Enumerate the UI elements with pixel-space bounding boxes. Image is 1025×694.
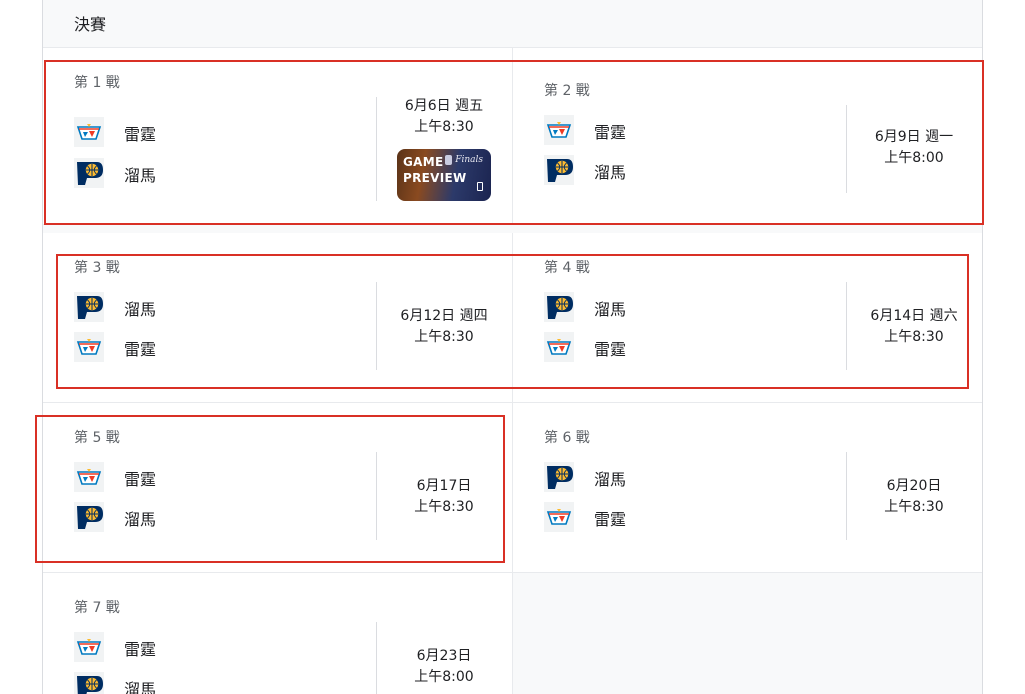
- finals-panel: 決賽 第 1 戰 雷霆 溜馬 6月6日 週五 上午8:30 GAME PREVI…: [42, 0, 983, 694]
- game-date: 6月9日 週一: [874, 129, 954, 145]
- thunder-logo-icon: [544, 332, 574, 362]
- game-label: 第 1 戰: [74, 75, 120, 91]
- team-name: 溜馬: [124, 300, 157, 319]
- divider: [846, 452, 847, 540]
- game-datetime: 6月17日 上午8:30: [389, 476, 499, 518]
- game-card-6[interactable]: 第 6 戰 溜馬 雷霆 6月20日 上午8:30: [513, 403, 982, 573]
- section-title: 決賽: [74, 15, 107, 34]
- game-card-1[interactable]: 第 1 戰 雷霆 溜馬 6月6日 週五 上午8:30 GAME PREVIEW …: [43, 48, 513, 225]
- pacers-logo-icon: [74, 292, 104, 322]
- game-datetime: 6月9日 週一 上午8:00: [859, 127, 969, 169]
- pacers-logo-icon: [544, 155, 574, 185]
- thunder-logo-icon: [74, 332, 104, 362]
- game-date: 6月6日 週五: [404, 98, 484, 114]
- divider: [376, 452, 377, 540]
- divider: [376, 282, 377, 370]
- divider: [376, 97, 377, 201]
- game-date: 6月17日: [416, 478, 472, 494]
- pacers-logo-icon: [74, 672, 104, 694]
- pacers-logo-icon: [544, 462, 574, 492]
- game-label: 第 6 戰: [544, 430, 590, 446]
- trophy-icon: [445, 155, 453, 165]
- thunder-logo-icon: [74, 462, 104, 492]
- game-time: 上午8:30: [884, 499, 944, 515]
- team-name: 雷霆: [594, 340, 627, 359]
- team-name: 雷霆: [594, 123, 627, 142]
- team-name: 溜馬: [124, 510, 157, 529]
- team-name: 雷霆: [124, 640, 157, 659]
- game-card-4[interactable]: 第 4 戰 溜馬 雷霆 6月14日 週六 上午8:30: [513, 233, 982, 403]
- game-time: 上午8:00: [414, 669, 474, 685]
- game-time: 上午8:30: [414, 329, 474, 345]
- game-date: 6月20日: [886, 478, 942, 494]
- thunder-logo-icon: [74, 117, 104, 147]
- thunder-logo-icon: [74, 632, 104, 662]
- game-card-3[interactable]: 第 3 戰 溜馬 雷霆 6月12日 週四 上午8:30: [43, 233, 513, 403]
- game-datetime: 6月12日 週四 上午8:30: [389, 306, 499, 348]
- thunder-logo-icon: [544, 115, 574, 145]
- game-time: 上午8:30: [414, 499, 474, 515]
- finals-badge: Finals: [445, 155, 483, 165]
- divider: [376, 622, 377, 694]
- game-label: 第 7 戰: [74, 600, 120, 616]
- game-time: 上午8:00: [884, 150, 944, 166]
- game-label: 第 5 戰: [74, 430, 120, 446]
- game-date: 6月14日 週六: [870, 308, 958, 324]
- game-card-5[interactable]: 第 5 戰 雷霆 溜馬 6月17日 上午8:30: [43, 403, 513, 573]
- team-name: 溜馬: [594, 163, 627, 182]
- pacers-logo-icon: [544, 292, 574, 322]
- pacers-logo-icon: [74, 502, 104, 532]
- pacers-logo-icon: [74, 158, 104, 188]
- game-date: 6月12日 週四: [400, 308, 488, 324]
- game-time: 上午8:30: [414, 119, 474, 135]
- divider: [846, 282, 847, 370]
- video-icon: [477, 182, 483, 191]
- team-name: 溜馬: [594, 470, 627, 489]
- team-name: 溜馬: [594, 300, 627, 319]
- team-name: 雷霆: [594, 510, 627, 529]
- game-datetime: 6月20日 上午8:30: [859, 476, 969, 518]
- game-label: 第 2 戰: [544, 83, 590, 99]
- game-datetime: 6月23日 上午8:00: [389, 646, 499, 688]
- game-card-7[interactable]: 第 7 戰 雷霆 溜馬 6月23日 上午8:00: [43, 573, 513, 694]
- game-label: 第 3 戰: [74, 260, 120, 276]
- game-date: 6月23日: [416, 648, 472, 664]
- game-time: 上午8:30: [884, 329, 944, 345]
- game-datetime: 6月14日 週六 上午8:30: [859, 306, 969, 348]
- team-name: 雷霆: [124, 125, 157, 144]
- divider: [846, 105, 847, 193]
- game-datetime: 6月6日 週五 上午8:30: [389, 96, 499, 138]
- finals-header: 決賽: [43, 0, 982, 48]
- game-label: 第 4 戰: [544, 260, 590, 276]
- game-preview-thumbnail[interactable]: GAME PREVIEW Finals: [397, 149, 491, 201]
- team-name: 溜馬: [124, 680, 157, 694]
- team-name: 溜馬: [124, 166, 157, 185]
- team-name: 雷霆: [124, 470, 157, 489]
- team-name: 雷霆: [124, 340, 157, 359]
- thunder-logo-icon: [544, 502, 574, 532]
- game-card-2[interactable]: 第 2 戰 雷霆 溜馬 6月9日 週一 上午8:00: [513, 48, 982, 225]
